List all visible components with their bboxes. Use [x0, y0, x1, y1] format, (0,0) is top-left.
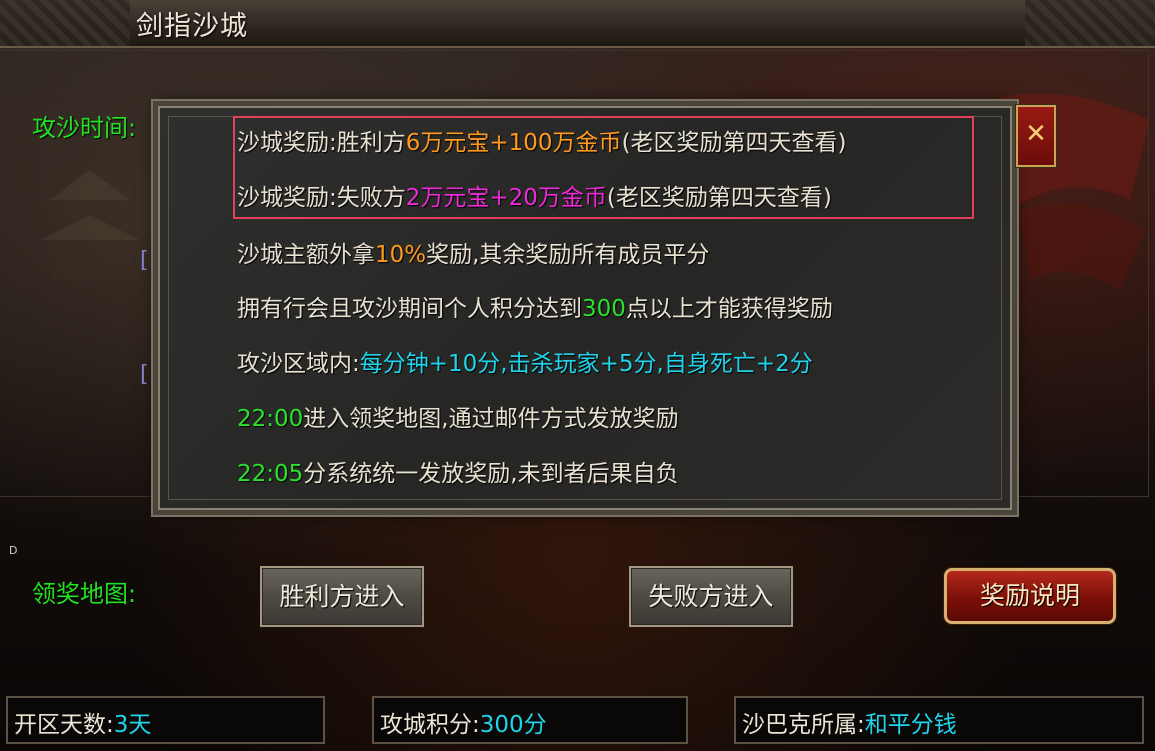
- lord-bonus-percent: 10%: [375, 242, 427, 268]
- lord-bonus-line: 沙城主额外拿10%奖励,其余奖励所有成员平分: [237, 235, 709, 269]
- lord-bonus-prefix: 沙城主额外拿: [237, 242, 375, 268]
- reward-info-label: 奖励说明: [979, 581, 1080, 610]
- close-button[interactable]: ✕: [1016, 105, 1056, 167]
- window-title: 剑指沙城: [136, 11, 248, 42]
- close-icon: ✕: [1025, 119, 1047, 149]
- title-ornament-right: [1025, 0, 1155, 46]
- score-requirement-suffix: 点以上才能获得奖励: [625, 296, 833, 322]
- sabak-owner-value: 和平分钱: [864, 712, 957, 738]
- lord-bonus-suffix: 奖励,其余奖励所有成员平分: [426, 242, 710, 268]
- winner-reward-note: (老区奖励第四天查看): [621, 130, 847, 156]
- pagoda-background-image: [40, 170, 140, 280]
- loser-reward-note: (老区奖励第四天查看): [606, 185, 832, 211]
- loser-reward-prefix: 沙城奖励:失败方: [237, 185, 406, 211]
- reward-map-time-text: 进入领奖地图,通过邮件方式发放奖励: [303, 406, 679, 432]
- game-window: 剑指沙城 攻沙时间: [ [ D 沙城奖励:胜利方6万元宝+100万金币(老区奖…: [0, 0, 1155, 751]
- server-days-text: 开区天数:3天: [14, 705, 151, 739]
- title-bar: 剑指沙城: [0, 0, 1155, 48]
- sabak-owner-box: 沙巴克所属:和平分钱: [734, 696, 1144, 744]
- winner-enter-label: 胜利方进入: [279, 582, 405, 611]
- scoring-rules-prefix: 攻沙区域内:: [237, 351, 360, 377]
- scoring-rules-detail: 每分钟+10分,击杀玩家+5分,自身死亡+2分: [359, 351, 813, 377]
- loser-reward-amount: 2万元宝+20万金币: [405, 185, 607, 211]
- winner-enter-button[interactable]: 胜利方进入: [260, 566, 424, 627]
- sabak-owner-text: 沙巴克所属:和平分钱: [742, 705, 957, 739]
- reward-info-button[interactable]: 奖励说明: [944, 568, 1116, 624]
- siege-points-box: 攻城积分:300分: [372, 696, 688, 744]
- reward-map-time: 22:00: [237, 406, 304, 432]
- server-days-box: 开区天数:3天: [6, 696, 325, 744]
- score-requirement-prefix: 拥有行会且攻沙期间个人积分达到: [237, 296, 582, 322]
- winner-reward-amount: 6万元宝+100万金币: [405, 130, 622, 156]
- score-requirement-value: 300: [582, 296, 626, 322]
- reward-distribution-time: 22:05: [237, 461, 304, 487]
- loser-enter-button[interactable]: 失败方进入: [629, 566, 793, 627]
- siege-time-label: 攻沙时间:: [32, 114, 137, 142]
- score-requirement-line: 拥有行会且攻沙期间个人积分达到300点以上才能获得奖励: [237, 289, 833, 323]
- server-days-label: 开区天数:: [14, 712, 114, 738]
- loser-reward-line: 沙城奖励:失败方2万元宝+20万金币(老区奖励第四天查看): [237, 178, 832, 212]
- siege-points-value: 300分: [479, 712, 547, 738]
- reward-map-time-line: 22:00进入领奖地图,通过邮件方式发放奖励: [237, 399, 679, 433]
- reward-distribution-line: 22:05分系统统一发放奖励,未到者后果自负: [237, 454, 679, 488]
- partial-text-2: [: [140, 362, 149, 387]
- reward-map-label: 领奖地图:: [32, 580, 137, 608]
- winner-reward-prefix: 沙城奖励:胜利方: [237, 130, 406, 156]
- winner-reward-line: 沙城奖励:胜利方6万元宝+100万金币(老区奖励第四天查看): [237, 123, 847, 157]
- siege-points-text: 攻城积分:300分: [380, 705, 547, 739]
- reward-distribution-text: 分系统统一发放奖励,未到者后果自负: [303, 461, 679, 487]
- siege-points-label: 攻城积分:: [380, 712, 480, 738]
- partial-text-1: [: [140, 248, 149, 273]
- stray-letter: D: [9, 544, 18, 557]
- server-days-value: 3天: [113, 712, 152, 738]
- sabak-owner-label: 沙巴克所属:: [742, 712, 865, 738]
- loser-enter-label: 失败方进入: [648, 582, 774, 611]
- reward-info-popup: 沙城奖励:胜利方6万元宝+100万金币(老区奖励第四天查看) 沙城奖励:失败方2…: [158, 106, 1012, 510]
- scoring-rules-line: 攻沙区域内:每分钟+10分,击杀玩家+5分,自身死亡+2分: [237, 344, 813, 378]
- title-ornament-left: [0, 0, 130, 46]
